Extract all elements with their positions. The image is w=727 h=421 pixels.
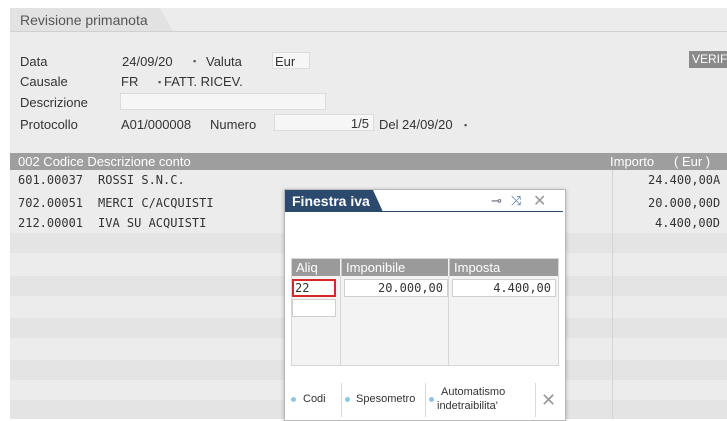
protocollo-label: Protocollo	[20, 117, 78, 132]
close-icon[interactable]: ✕	[533, 191, 546, 211]
imponibile-cell[interactable]: 20.000,00	[344, 279, 448, 297]
protocollo-value[interactable]: A01/000008	[121, 117, 191, 132]
del-label: Del	[379, 117, 399, 132]
row-descrizione: ROSSI S.N.C.	[98, 173, 185, 187]
dialog-button-bar: Codi Spesometro Automatismo indetraibili…	[285, 381, 563, 419]
collapse-icon[interactable]: ⤨	[511, 193, 521, 209]
numero-label: Numero	[210, 117, 257, 132]
causale-label: Causale	[20, 74, 68, 89]
data-value: 24/09/20	[122, 54, 173, 69]
automatismo-button[interactable]: Automatismo indetraibilita'	[427, 385, 531, 417]
col-aliq-header[interactable]: Aliq	[292, 259, 340, 276]
button-divider	[425, 383, 426, 417]
col-codice-header[interactable]: 002 Codice Descrizione conto	[18, 154, 191, 169]
spesometro-label: Spesometro	[356, 393, 416, 405]
row-importo: 24.400,00A	[648, 173, 721, 187]
numero-value: 1/5	[350, 116, 369, 131]
col-currency-header: ( Eur )	[674, 154, 711, 169]
spesometro-button[interactable]: Spesometro	[343, 385, 425, 417]
row-descrizione: MERCI C/ACQUISTI	[98, 196, 214, 210]
column-divider	[448, 276, 449, 365]
valuta-label: Valuta	[206, 54, 242, 69]
grid-header: 002 Codice Descrizione conto Importo ( E…	[10, 153, 727, 170]
data-label: Data	[20, 54, 48, 69]
row-codice: 212.00001	[18, 216, 84, 230]
bullet-icon	[345, 397, 350, 402]
close-x-icon[interactable]: ✕	[541, 390, 556, 411]
del-value[interactable]: 24/09/20	[402, 117, 453, 132]
dialog-title: Finestra iva	[292, 193, 370, 209]
bullet-icon	[291, 397, 296, 402]
tab-divider	[10, 31, 727, 32]
window-tab-title: Revisione primanota	[20, 12, 148, 28]
verif-button[interactable]: VERIF	[689, 51, 727, 68]
causale-code[interactable]: FR	[121, 74, 138, 89]
column-divider	[340, 276, 341, 365]
col-imposta-header[interactable]: Imposta	[449, 259, 558, 276]
aliq-input[interactable]: 22	[292, 279, 336, 297]
automatismo-label-2: indetraibilita'	[437, 400, 498, 412]
imposta-cell[interactable]: 4.400,00	[452, 279, 556, 297]
lookup-dot-icon: ▪	[464, 120, 468, 130]
button-divider	[535, 383, 536, 417]
row-codice: 702.00051	[18, 196, 84, 210]
dialog-title-underline	[285, 211, 563, 212]
automatismo-label-1: Automatismo	[441, 386, 506, 398]
pin-icon[interactable]: ⊸	[491, 193, 502, 209]
row-importo: 4.400,00D	[655, 216, 721, 230]
iva-table: Aliq Imponibile Imposta 22 20.000,00 4.4…	[291, 258, 559, 366]
codi-label: Codi	[303, 393, 326, 405]
descrizione-field[interactable]	[120, 93, 326, 110]
valuta-value: Eur	[275, 54, 296, 69]
row-importo: 20.000,00D	[648, 196, 721, 210]
codi-button[interactable]: Codi	[289, 385, 339, 417]
bullet-icon	[429, 397, 434, 402]
table-row[interactable]: 601.00037 ROSSI S.N.C. 24.400,00A	[10, 170, 727, 190]
grid-column-divider	[612, 170, 613, 419]
row-descrizione: IVA SU ACQUISTI	[98, 216, 207, 230]
col-importo-header[interactable]: Importo	[610, 154, 654, 169]
descrizione-label: Descrizione	[20, 95, 88, 110]
finestra-iva-dialog: Finestra iva ⊸ ⤨ ✕ Aliq Imponibile Impos…	[284, 189, 566, 421]
row-codice: 601.00037	[18, 173, 84, 187]
dialog-title-tab: Finestra iva	[285, 190, 383, 212]
lookup-dot-icon: ▪	[158, 77, 162, 87]
numero-field[interactable]: 1/5	[274, 114, 374, 131]
valuta-field[interactable]: Eur	[272, 52, 310, 69]
aliq-empty-cell[interactable]	[292, 299, 336, 317]
window-tab[interactable]: Revisione primanota	[10, 8, 173, 32]
data-field[interactable]: 24/09/20 ▪	[120, 52, 200, 69]
col-imponibile-header[interactable]: Imponibile	[341, 259, 448, 276]
lookup-dot-icon: ▪	[193, 56, 197, 66]
causale-desc: FATT. RICEV.	[164, 74, 243, 89]
button-divider	[341, 383, 342, 417]
